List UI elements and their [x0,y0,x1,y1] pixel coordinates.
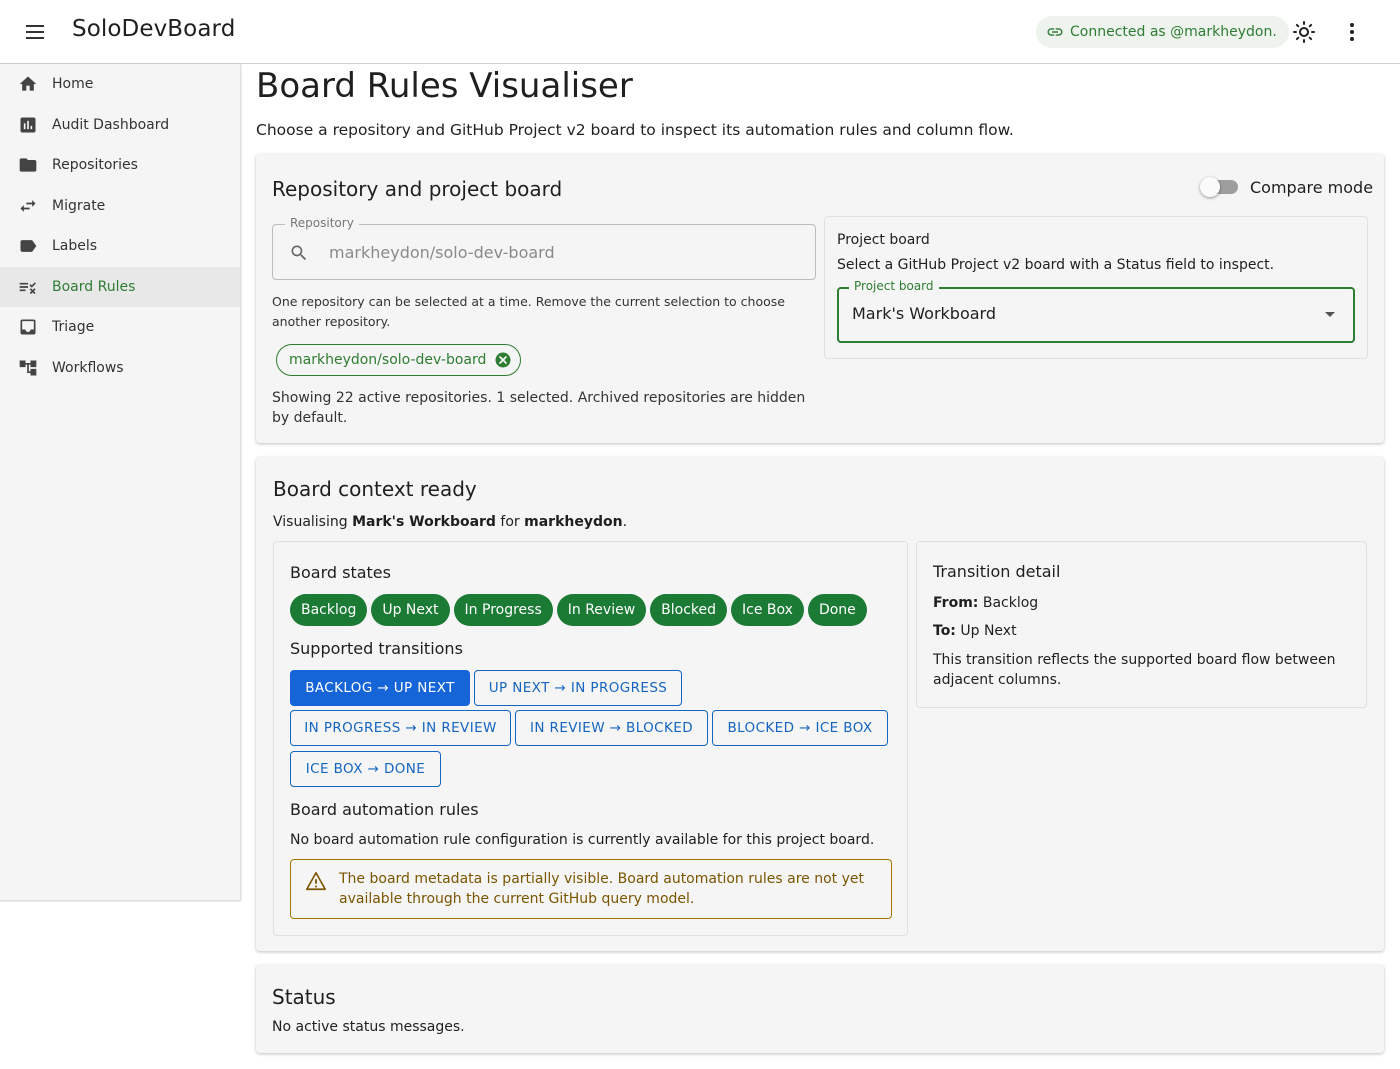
project-board-title: Project board [837,232,930,248]
project-board-select-label: Project board [849,279,939,293]
project-board-description: Select a GitHub Project v2 board with a … [837,257,1275,273]
chart-icon [18,115,38,135]
state-chip: In Progress [453,594,553,626]
sidebar-item-label: Migrate [52,197,106,214]
connection-label: Connected as @markheydon. [1070,24,1277,40]
state-chip: Backlog [290,594,368,626]
inbox-icon [18,317,38,337]
selected-repository-chip[interactable]: markheydon/solo-dev-board [276,344,522,376]
warning-text: The board metadata is partially visible.… [339,871,864,907]
repository-count-text: Showing 22 active repositories. 1 select… [272,390,806,426]
link-icon [1047,28,1063,36]
theme-toggle-button[interactable] [1288,16,1320,48]
status-message: No active status messages. [272,1019,465,1035]
repository-search-input[interactable] [329,240,799,264]
label-icon [18,236,38,256]
transition-button[interactable]: ICE BOX → DONE [290,751,441,787]
state-chip: Done [807,594,867,626]
automation-rules-description: No board automation rule configuration i… [290,832,875,848]
compare-mode-switch[interactable] [1200,177,1238,197]
sidebar-item-label: Board Rules [52,278,136,295]
transition-button[interactable]: UP NEXT → IN PROGRESS [474,670,682,706]
sidebar-item-home[interactable]: Home [0,64,240,105]
transition-button[interactable]: IN REVIEW → BLOCKED [515,710,708,746]
board-states-list: Backlog Up Next In Progress In Review Bl… [290,594,867,626]
more-options-button[interactable] [1336,16,1368,48]
sidebar-item-audit-dashboard[interactable]: Audit Dashboard [0,105,240,146]
repository-helper-text: One repository can be selected at a time… [272,294,785,329]
menu-icon[interactable] [24,22,48,42]
home-icon [18,74,38,94]
status-card: Status No active status messages. [256,965,1384,1053]
more-vert-icon [1350,23,1354,41]
sidebar-item-repositories[interactable]: Repositories [0,145,240,186]
transition-button[interactable]: IN PROGRESS → IN REVIEW [290,710,511,746]
project-board-select[interactable]: Project board Mark's Workboard [837,279,1355,343]
sidebar-item-labels[interactable]: Labels [0,226,240,267]
project-board-panel: Project board Select a GitHub Project v2… [824,216,1368,359]
sun-icon [1293,21,1315,43]
selection-card: Repository and project board Compare mod… [256,154,1384,443]
sidebar-item-label: Home [52,76,94,93]
chip-label: markheydon/solo-dev-board [289,352,487,368]
selection-card-title: Repository and project board [272,177,563,201]
transition-detail-description: This transition reflects the supported b… [933,652,1336,688]
transition-from: From: Backlog [933,595,1039,611]
connection-chip[interactable]: Connected as @markheydon. [1036,16,1289,48]
sidebar-item-label: Repositories [52,157,138,174]
state-chip: Ice Box [731,594,804,626]
status-title: Status [272,985,336,1009]
transition-button[interactable]: BACKLOG → UP NEXT [290,670,470,706]
chevron-down-icon [1325,312,1335,317]
state-chip: Up Next [371,594,450,626]
board-context-title: Board context ready [273,477,477,501]
transition-button[interactable]: BLOCKED → ICE BOX [712,710,888,746]
page-title: Board Rules Visualiser [256,66,633,106]
compare-mode-label: Compare mode [1250,178,1374,197]
sidebar-item-label: Labels [52,238,98,255]
project-board-select-value: Mark's Workboard [852,304,996,323]
state-chip: In Review [556,594,647,626]
board-flow-panel: Board states Backlog Up Next In Progress… [273,541,908,936]
board-states-title: Board states [290,563,391,582]
repository-field[interactable]: Repository [272,216,816,280]
sidebar: Home Audit Dashboard Repositories Migrat… [0,64,241,900]
warning-alert: The board metadata is partially visible.… [290,859,892,919]
automation-rules-title: Board automation rules [290,800,479,819]
supported-transitions-title: Supported transitions [290,639,463,658]
folder-icon [18,155,38,175]
sidebar-item-migrate[interactable]: Migrate [0,186,240,227]
transition-detail-title: Transition detail [933,562,1061,581]
app-title: SoloDevBoard [72,16,236,42]
switch-thumb [1200,177,1220,197]
page-subtitle: Choose a repository and GitHub Project v… [256,121,1014,139]
warning-icon [306,871,326,891]
board-owner: markheydon [524,514,623,530]
repository-field-label: Repository [285,216,359,230]
sidebar-item-label: Workflows [52,359,124,376]
workflow-icon [18,358,38,378]
sidebar-item-board-rules[interactable]: Board Rules [0,266,240,307]
sidebar-item-triage[interactable]: Triage [0,307,240,348]
search-icon [291,245,307,261]
sidebar-item-label: Triage [52,319,95,336]
board-context-description: Visualising Mark's Workboard for markhey… [273,514,628,530]
swap-icon [18,196,38,216]
transition-detail-panel: Transition detail From: Backlog To: Up N… [916,541,1367,708]
sidebar-item-workflows[interactable]: Workflows [0,348,240,389]
close-circle-icon[interactable] [494,351,512,369]
transition-to: To: Up Next [933,623,1017,639]
state-chip: Blocked [650,594,728,626]
app-bar: SoloDevBoard Connected as @markheydon. [0,0,1400,64]
board-name: Mark's Workboard [352,514,496,530]
rule-icon [18,277,38,297]
board-context-card: Board context ready Visualising Mark's W… [256,457,1384,951]
sidebar-item-label: Audit Dashboard [52,116,170,133]
